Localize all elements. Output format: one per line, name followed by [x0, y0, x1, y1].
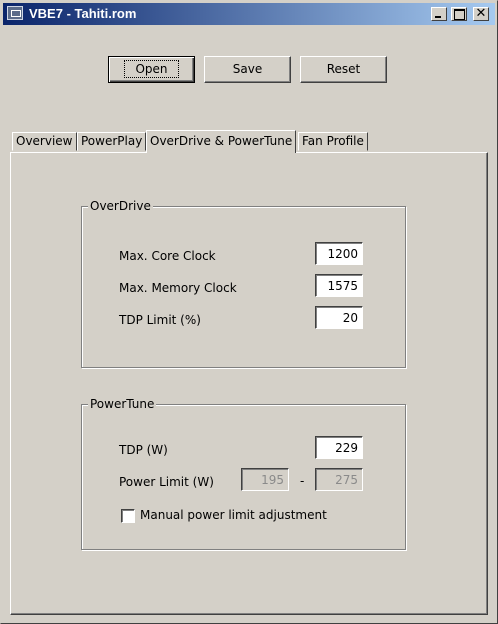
minimize-icon [435, 16, 441, 18]
open-button[interactable]: Open [108, 56, 195, 83]
powertune-group: PowerTune TDP (W) Power Limit (W) - Manu… [81, 396, 406, 550]
tdp-field[interactable] [315, 436, 363, 459]
power-limit-separator: - [300, 474, 305, 488]
open-button-label: Open [124, 60, 179, 78]
maximize-icon [454, 9, 465, 20]
tab-overdrive-powertune[interactable]: OverDrive & PowerTune [146, 130, 297, 153]
power-limit-label: Power Limit (W) [119, 475, 214, 489]
window-title: VBE7 - Tahiti.rom [29, 6, 137, 21]
powertune-group-title: PowerTune [88, 396, 157, 412]
max-core-clock-field[interactable] [315, 242, 363, 265]
tdp-limit-field[interactable] [315, 306, 363, 329]
max-memory-clock-label: Max. Memory Clock [119, 281, 237, 295]
main-window: VBE7 - Tahiti.rom ✕ Open Save Reset Over… [0, 0, 498, 624]
tdp-limit-label: TDP Limit (%) [119, 313, 201, 327]
tab-panel: OverDrive Max. Core Clock Max. Memory Cl… [10, 152, 488, 615]
title-bar[interactable]: VBE7 - Tahiti.rom ✕ [3, 3, 495, 25]
power-limit-min-field [241, 468, 289, 491]
maximize-button[interactable] [451, 7, 467, 21]
save-button[interactable]: Save [204, 56, 291, 83]
overdrive-group-title: OverDrive [88, 198, 153, 214]
tab-overview[interactable]: Overview [12, 132, 77, 151]
manual-power-limit-label[interactable]: Manual power limit adjustment [140, 507, 327, 523]
reset-button[interactable]: Reset [300, 56, 387, 83]
minimize-button[interactable] [431, 7, 447, 21]
tdp-label: TDP (W) [119, 443, 168, 457]
close-icon: ✕ [475, 6, 487, 21]
power-limit-max-field [315, 468, 363, 491]
gpu-card-icon[interactable] [7, 6, 23, 20]
overdrive-group: OverDrive Max. Core Clock Max. Memory Cl… [81, 198, 406, 368]
tab-powerplay[interactable]: PowerPlay [77, 132, 147, 151]
close-button[interactable]: ✕ [473, 6, 489, 21]
max-memory-clock-field[interactable] [315, 274, 363, 297]
manual-power-limit-checkbox[interactable] [121, 509, 135, 523]
max-core-clock-label: Max. Core Clock [119, 249, 216, 263]
tab-fan-profile[interactable]: Fan Profile [298, 132, 368, 151]
